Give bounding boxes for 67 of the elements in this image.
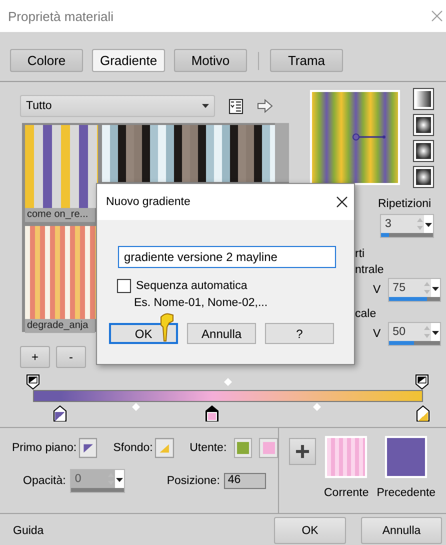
field-label: V (373, 328, 381, 340)
partial-label: ntrale (355, 264, 384, 276)
gradient-name: degrade_anja (25, 319, 95, 333)
user-color-swatch[interactable] (259, 438, 278, 458)
arrow-right-icon[interactable] (257, 99, 273, 113)
add-button[interactable]: + (20, 346, 50, 368)
tab[interactable]: Gradiente (92, 49, 165, 72)
field-label: Primo piano: (12, 442, 77, 454)
dialog-title: Nuovo gradiente (106, 196, 190, 208)
tab[interactable]: Colore (10, 49, 83, 72)
name-field[interactable]: gradiente versione 2 mayline (118, 246, 336, 268)
checkbox[interactable] (117, 279, 131, 293)
dropdown-caret-icon[interactable] (430, 323, 440, 341)
dialog-button[interactable]: Annulla (187, 323, 256, 344)
dropdown-caret-icon[interactable] (424, 215, 433, 233)
list-view-icon[interactable] (229, 98, 243, 114)
gradient-thumbnail[interactable] (25, 226, 98, 319)
dialog-button[interactable]: OK (274, 517, 346, 544)
remove-button[interactable]: - (56, 346, 86, 368)
plus-icon (296, 445, 309, 458)
field-label: Sfondo: (113, 442, 153, 454)
dropdown-caret-icon (202, 104, 209, 108)
field-label: Utente: (190, 442, 227, 454)
dialog-button[interactable]: OK (109, 323, 178, 344)
gradient-name: come on_re... (25, 208, 95, 222)
user-color-swatch[interactable] (234, 438, 252, 458)
swatch-label: Corrente (324, 487, 369, 499)
checkbox-label[interactable]: Sequenza automatica (136, 280, 248, 292)
position-field[interactable]: 46 (224, 473, 266, 489)
tab[interactable]: Motivo (174, 49, 247, 72)
dropdown-caret-icon[interactable] (430, 279, 440, 297)
hint-text: Es. Nome-01, Nome-02,... (134, 297, 269, 309)
swatch-label: Precedente (376, 487, 436, 499)
opacity-stop[interactable] (26, 374, 40, 390)
current-gradient-swatch[interactable] (325, 436, 368, 478)
add-button[interactable] (289, 438, 316, 465)
spinner-field[interactable]: 50 (388, 322, 441, 346)
partial-label: cale (355, 308, 376, 320)
scrollbar[interactable] (275, 123, 289, 182)
field-label: V (373, 284, 381, 296)
field-label: Opacità: (23, 475, 66, 487)
dialog-button[interactable]: Annulla (361, 517, 442, 544)
dialog-button[interactable]: ? (265, 323, 334, 344)
partial-label: rti (355, 248, 365, 260)
color-stop[interactable] (416, 405, 430, 422)
gradient-style-button[interactable] (413, 166, 434, 188)
spinner-field[interactable]: 75 (388, 278, 441, 302)
background-swatch[interactable] (154, 438, 174, 458)
window-title: Proprietà materiali (8, 8, 114, 24)
midpoint-marker[interactable] (224, 378, 232, 386)
repeats-label: Ripetizioni (378, 198, 432, 210)
close-icon[interactable] (336, 196, 348, 208)
spinner-field[interactable]: 3 (380, 214, 434, 238)
gradient-thumbnail[interactable] (25, 125, 98, 208)
tab[interactable]: Trama (270, 49, 343, 72)
help-link[interactable]: Guida (13, 524, 44, 536)
opacity-stop[interactable] (415, 374, 429, 390)
previous-gradient-swatch[interactable] (385, 436, 428, 478)
gradient-style-button[interactable] (413, 88, 434, 110)
gradient-style-button[interactable] (413, 114, 434, 136)
color-stop[interactable] (53, 405, 68, 422)
foreground-swatch[interactable] (78, 438, 98, 458)
gradient-thumbnail[interactable] (102, 125, 275, 182)
field-label: Posizione: (166, 475, 220, 487)
category-dropdown[interactable]: Tutto (20, 95, 215, 117)
color-stop[interactable] (205, 405, 220, 422)
gradient-style-button[interactable] (413, 140, 434, 162)
